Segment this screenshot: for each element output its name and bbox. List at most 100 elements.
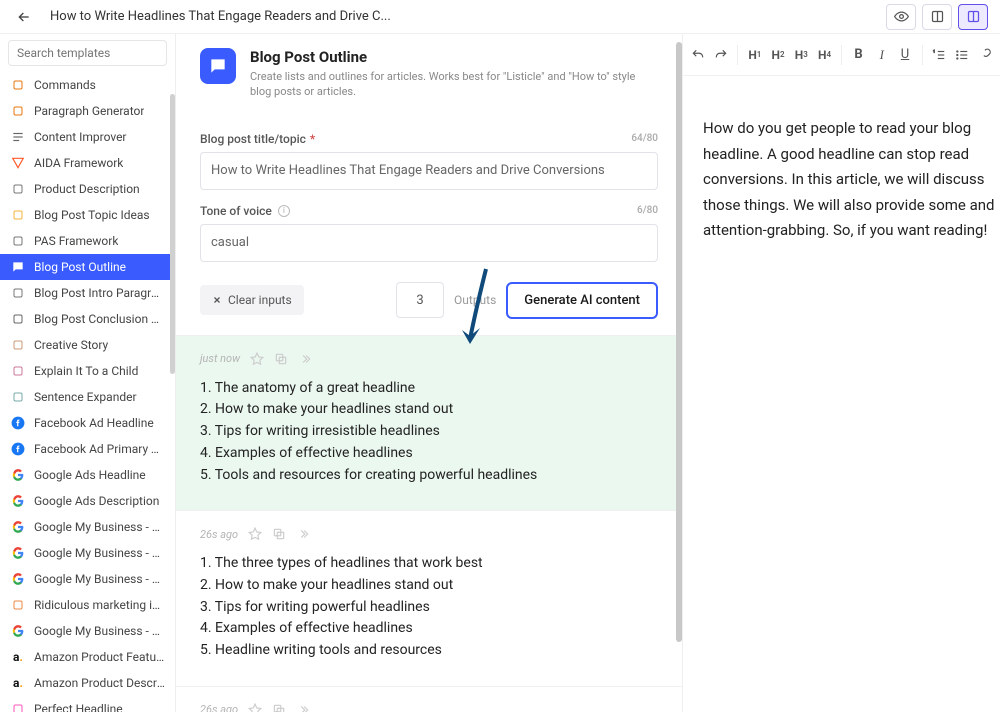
star-icon[interactable] bbox=[248, 527, 262, 541]
sidebar-item-ridiculous-marketing-ideas[interactable]: Ridiculous marketing ideas bbox=[0, 592, 175, 618]
back-button[interactable] bbox=[12, 5, 36, 29]
redo-button[interactable] bbox=[710, 41, 731, 69]
svg-text:1: 1 bbox=[933, 49, 935, 53]
copy-icon[interactable] bbox=[272, 527, 286, 541]
results-list: just now1. The anatomy of a great headli… bbox=[176, 335, 682, 712]
result-text: 1. The three types of headlines that wor… bbox=[200, 553, 658, 661]
sidebar-item-google-my-business-pr[interactable]: Google My Business - Pr... bbox=[0, 566, 175, 592]
required-asterisk: * bbox=[310, 132, 315, 146]
sidebar-item-commands[interactable]: Commands bbox=[0, 72, 175, 98]
template-description: Create lists and outlines for articles. … bbox=[250, 69, 658, 100]
sidebar-item-explain-it-to-a-child[interactable]: Explain It To a Child bbox=[0, 358, 175, 384]
sidebar-item-content-improver[interactable]: Content Improver bbox=[0, 124, 175, 150]
tone-input[interactable] bbox=[200, 224, 658, 262]
sidebar-item-facebook-ad-headline[interactable]: Facebook Ad Headline bbox=[0, 410, 175, 436]
editor-panel: H1 H2 H3 H4 B I U 1 How do you get peopl… bbox=[683, 34, 1000, 712]
result-time: 26s ago bbox=[200, 703, 238, 712]
spin-icon bbox=[10, 597, 26, 613]
sidebar-item-label: Content Improver bbox=[34, 130, 127, 144]
result-item[interactable]: just now1. The anatomy of a great headli… bbox=[176, 335, 682, 510]
rect-icon bbox=[930, 9, 945, 24]
sidebar-item-perfect-headline[interactable]: Perfect Headline bbox=[0, 696, 175, 712]
center-panel: Blog Post Outline Create lists and outli… bbox=[176, 34, 683, 712]
cmd-icon bbox=[10, 77, 26, 93]
h1-button[interactable]: H1 bbox=[744, 41, 765, 69]
ordered-list-button[interactable]: 1 bbox=[928, 41, 949, 69]
h4-button[interactable]: H4 bbox=[814, 41, 835, 69]
editor-content[interactable]: How do you get people to read your blog … bbox=[683, 76, 1000, 264]
sidebar-item-label: Blog Post Outline bbox=[34, 260, 126, 274]
h3-button[interactable]: H3 bbox=[791, 41, 812, 69]
tone-counter: 6/80 bbox=[637, 205, 658, 216]
sidebar-item-label: Blog Post Intro Paragraph bbox=[34, 286, 165, 300]
sidebar-item-label: Ridiculous marketing ideas bbox=[34, 598, 165, 612]
go-icon bbox=[10, 623, 26, 639]
sidebar-item-sentence-expander[interactable]: Sentence Expander bbox=[0, 384, 175, 410]
star-icon bbox=[10, 701, 26, 712]
copy-icon[interactable] bbox=[274, 352, 288, 366]
view-preview-button[interactable] bbox=[886, 4, 916, 30]
x-icon bbox=[212, 295, 222, 305]
sidebar-item-blog-post-intro-paragraph[interactable]: Blog Post Intro Paragraph bbox=[0, 280, 175, 306]
result-item[interactable]: 26s ago1. Start with a catchy headline bbox=[176, 686, 682, 712]
outputs-count[interactable]: 3 bbox=[396, 282, 444, 318]
sidebar-item-label: Amazon Product Descript... bbox=[34, 676, 165, 690]
sidebar-item-google-my-business-ev[interactable]: Google My Business - Ev... bbox=[0, 540, 175, 566]
arrow-left-icon bbox=[16, 9, 32, 25]
undo-button[interactable] bbox=[687, 41, 708, 69]
sidebar-item-paragraph-generator[interactable]: Paragraph Generator bbox=[0, 98, 175, 124]
az-icon: a. bbox=[10, 675, 26, 691]
sidebar-item-blog-post-topic-ideas[interactable]: Blog Post Topic Ideas bbox=[0, 202, 175, 228]
expand-icon[interactable] bbox=[296, 527, 310, 541]
sidebar-item-label: Paragraph Generator bbox=[34, 104, 144, 118]
para-icon bbox=[10, 103, 26, 119]
go-icon bbox=[10, 493, 26, 509]
aida-icon bbox=[10, 155, 26, 171]
go-icon bbox=[10, 545, 26, 561]
help-icon[interactable]: i bbox=[278, 205, 290, 217]
sidebar-item-google-ads-description[interactable]: Google Ads Description bbox=[0, 488, 175, 514]
sidebar-item-pas-framework[interactable]: PAS Framework bbox=[0, 228, 175, 254]
copy-icon[interactable] bbox=[272, 703, 286, 712]
search-input[interactable] bbox=[8, 40, 167, 66]
italic-button[interactable]: I bbox=[871, 41, 892, 69]
center-scrollbar[interactable] bbox=[676, 42, 682, 642]
clear-inputs-button[interactable]: Clear inputs bbox=[200, 285, 304, 315]
sidebar-item-label: Perfect Headline bbox=[34, 702, 123, 712]
sidebar-item-blog-post-conclusion-par[interactable]: Blog Post Conclusion Par... bbox=[0, 306, 175, 332]
expand-icon[interactable] bbox=[296, 703, 310, 712]
az-icon: a. bbox=[10, 649, 26, 665]
face-icon bbox=[10, 337, 26, 353]
sidebar-item-amazon-product-descript[interactable]: a. Amazon Product Descript... bbox=[0, 670, 175, 696]
h2-button[interactable]: H2 bbox=[767, 41, 788, 69]
go-icon bbox=[10, 519, 26, 535]
sidebar-item-amazon-product-feature[interactable]: a.Amazon Product Feature... bbox=[0, 644, 175, 670]
bullet-list-button[interactable] bbox=[952, 41, 973, 69]
ol-icon: 1 bbox=[932, 48, 946, 62]
view-single-button[interactable] bbox=[922, 4, 952, 30]
view-split-button[interactable] bbox=[958, 4, 988, 30]
sidebar-item-google-ads-headline[interactable]: Google Ads Headline bbox=[0, 462, 175, 488]
sidebar-item-google-my-business-w[interactable]: Google My Business - W... bbox=[0, 514, 175, 540]
template-hero-icon bbox=[200, 48, 236, 84]
sidebar-item-google-my-business-off[interactable]: Google My Business - Off... bbox=[0, 618, 175, 644]
expand-icon[interactable] bbox=[298, 352, 312, 366]
sidebar-item-creative-story[interactable]: Creative Story bbox=[0, 332, 175, 358]
bold-button[interactable]: B bbox=[848, 41, 869, 69]
sidebar-item-facebook-ad-primary-text[interactable]: Facebook Ad Primary Text bbox=[0, 436, 175, 462]
sidebar-item-aida-framework[interactable]: AIDA Framework bbox=[0, 150, 175, 176]
sidebar-item-blog-post-outline[interactable]: Blog Post Outline bbox=[0, 254, 175, 280]
result-item[interactable]: 26s ago1. The three types of headlines t… bbox=[176, 510, 682, 685]
sidebar-scrollbar[interactable] bbox=[170, 94, 175, 374]
sidebar-item-label: Blog Post Topic Ideas bbox=[34, 208, 150, 222]
link-button[interactable] bbox=[975, 41, 996, 69]
underline-button[interactable]: U bbox=[894, 41, 915, 69]
title-input[interactable] bbox=[200, 152, 658, 190]
generate-button[interactable]: Generate AI content bbox=[506, 282, 658, 319]
sidebar-item-product-description[interactable]: Product Description bbox=[0, 176, 175, 202]
star-icon[interactable] bbox=[250, 352, 264, 366]
sidebar-item-label: Sentence Expander bbox=[34, 390, 137, 404]
sidebar-item-label: Google Ads Headline bbox=[34, 468, 146, 482]
star-icon[interactable] bbox=[248, 703, 262, 712]
chat-icon bbox=[10, 233, 26, 249]
